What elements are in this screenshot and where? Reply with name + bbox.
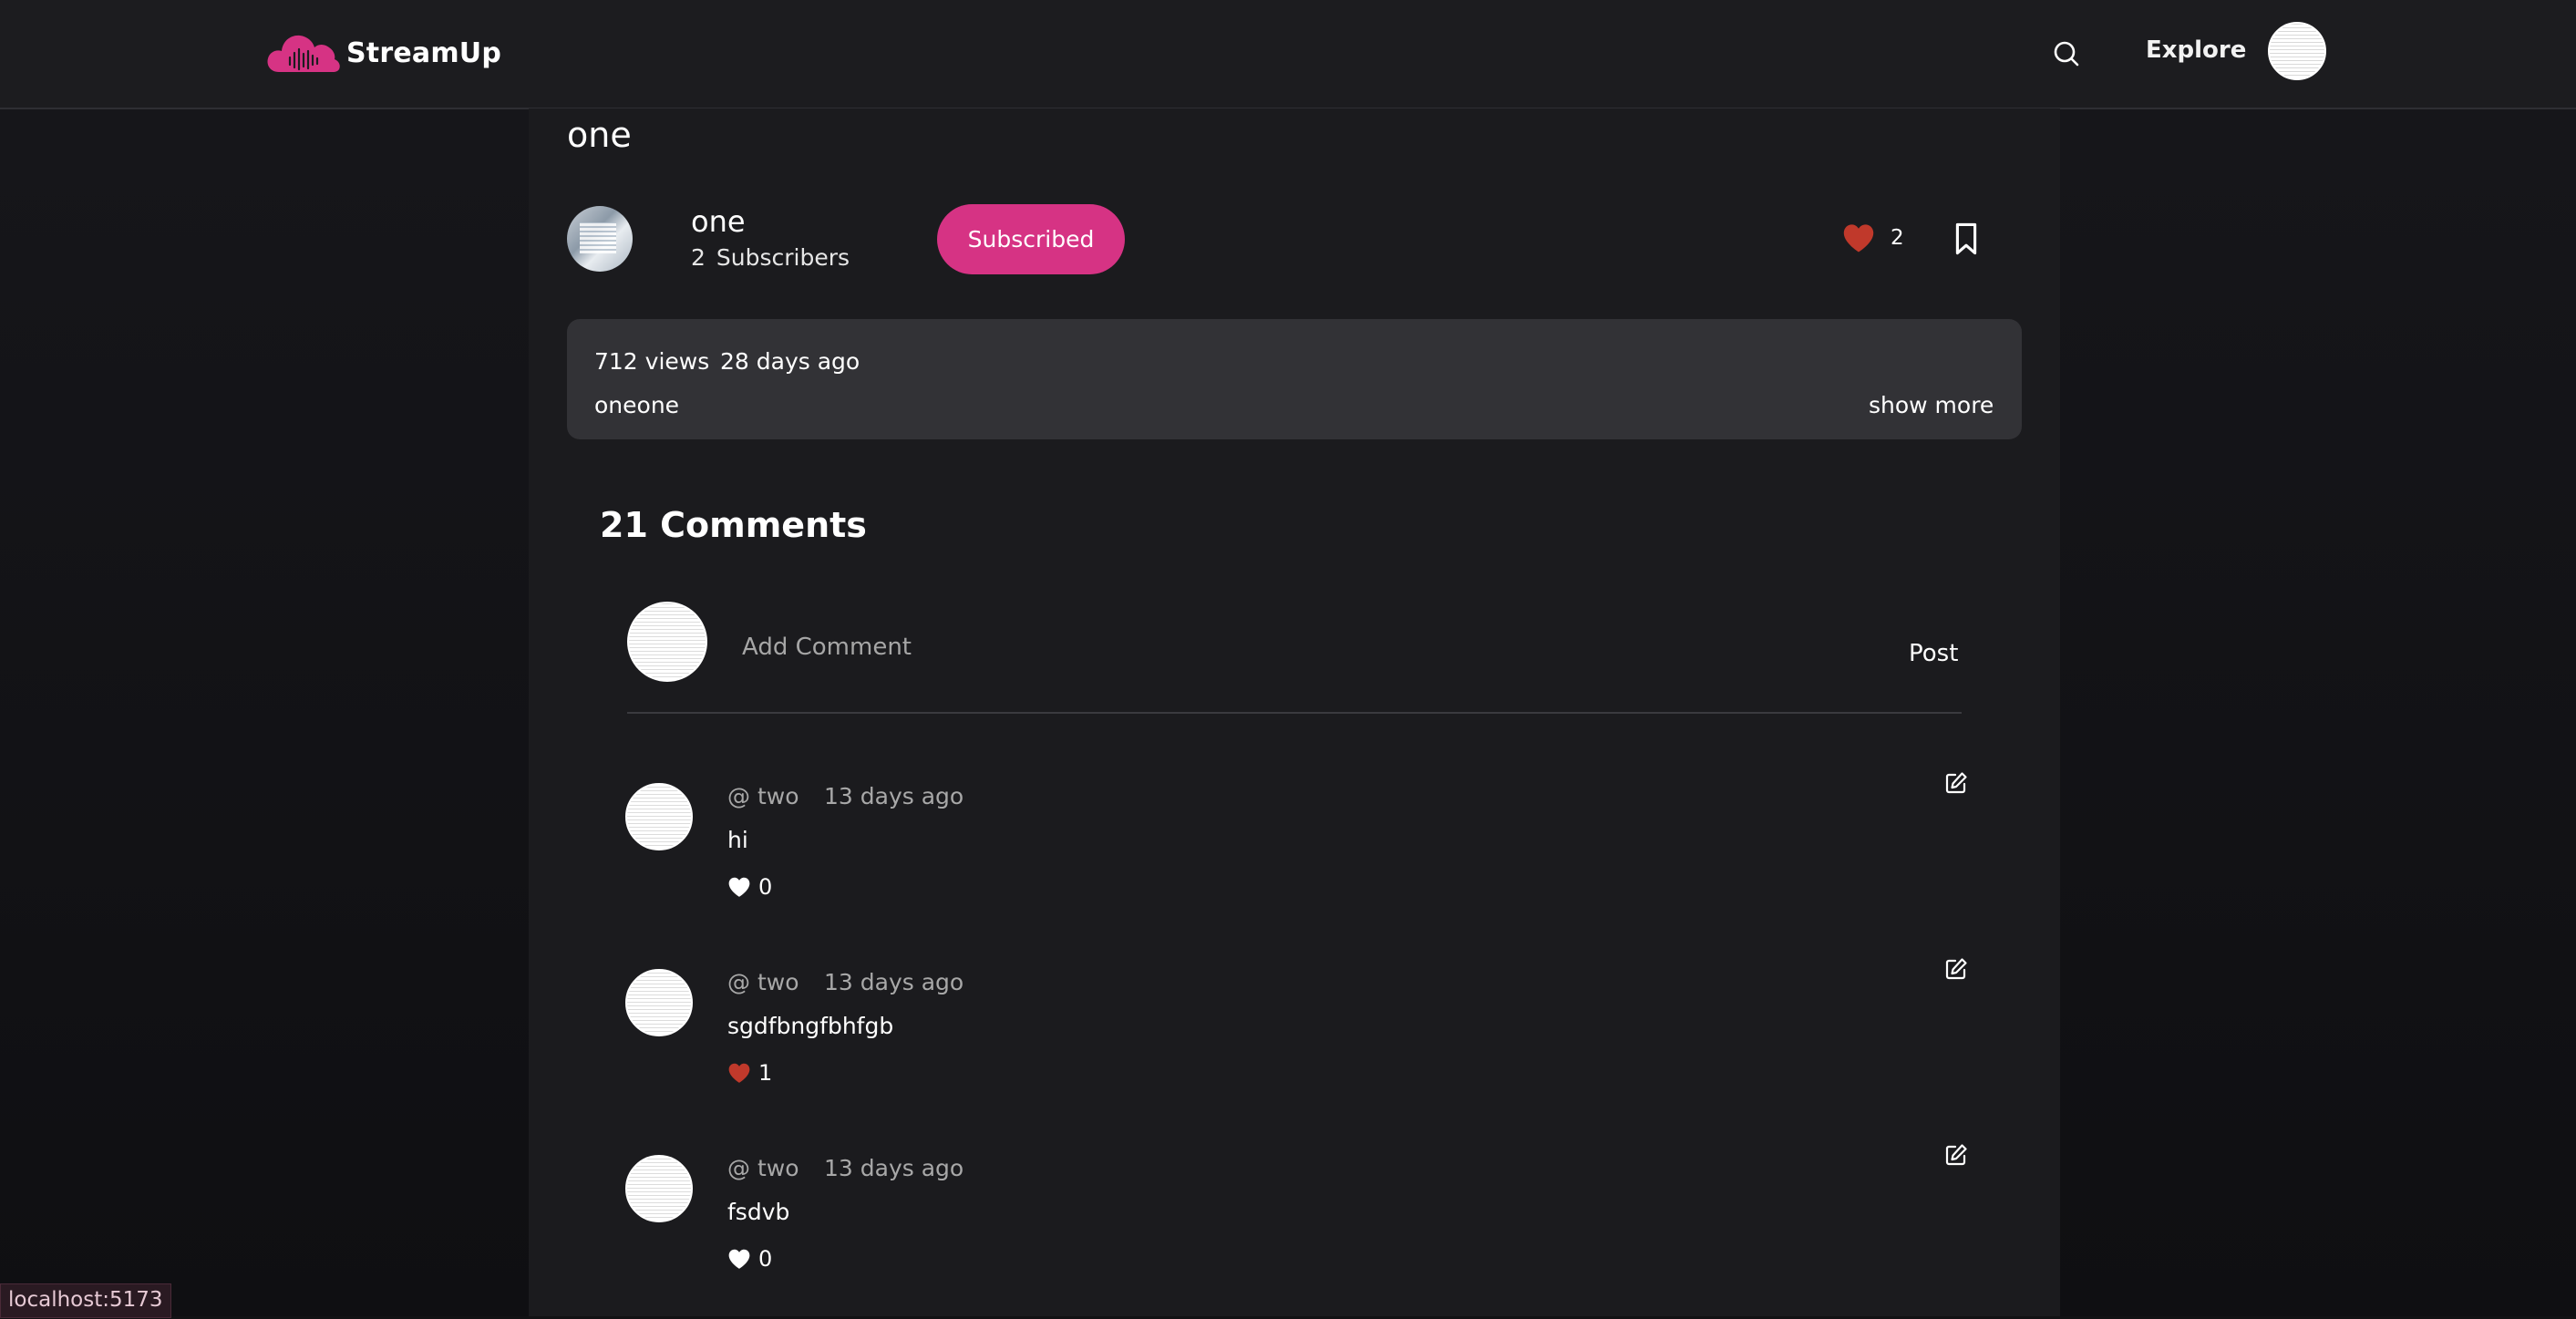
subscriber-number: 2 <box>691 244 706 271</box>
search-icon <box>2054 41 2079 67</box>
subscriber-count: 2 Subscribers <box>691 244 850 271</box>
heart-icon[interactable] <box>1841 222 1876 253</box>
comment-time: 13 days ago <box>824 969 964 995</box>
description-panel <box>567 319 2022 439</box>
comment-username[interactable]: @ two <box>727 1155 799 1181</box>
left-background <box>0 108 529 1316</box>
comment-text: hi <box>727 827 748 853</box>
upload-time: 28 days ago <box>720 348 860 375</box>
description-text: oneone <box>594 392 680 418</box>
heart-icon[interactable] <box>727 1248 751 1270</box>
bookmark-icon[interactable] <box>1953 222 1980 255</box>
comment-item: @ two 13 days ago fsdvb 0 <box>625 1144 1967 1319</box>
comment-avatar[interactable] <box>625 783 693 850</box>
status-bar-url: localhost:5173 <box>0 1283 171 1318</box>
show-more-button[interactable]: show more <box>1869 392 1994 418</box>
explore-link[interactable]: Explore <box>2146 36 2246 64</box>
channel-avatar[interactable] <box>567 206 633 272</box>
comment-item: @ two 13 days ago hi 0 <box>625 772 1967 947</box>
channel-name[interactable]: one <box>691 204 746 239</box>
user-avatar[interactable] <box>2268 22 2326 80</box>
edit-icon[interactable] <box>1943 1142 1969 1168</box>
edit-icon[interactable] <box>1943 956 1969 982</box>
comment-text: fsdvb <box>727 1199 790 1225</box>
comments-heading: 21 Comments <box>600 505 867 545</box>
right-background <box>2060 108 2576 1316</box>
edit-icon[interactable] <box>1943 770 1969 796</box>
view-count: 712 views <box>594 348 710 375</box>
video-like-count: 2 <box>1891 226 1904 250</box>
video-title: one <box>567 115 632 155</box>
comment-avatar[interactable] <box>625 969 693 1036</box>
add-comment-input[interactable] <box>740 625 1838 669</box>
comment-divider <box>627 712 1962 714</box>
subscriber-label: Subscribers <box>716 244 850 271</box>
comment-time: 13 days ago <box>824 783 964 809</box>
heart-icon[interactable] <box>727 1062 751 1084</box>
comment-username[interactable]: @ two <box>727 783 799 809</box>
search-button[interactable] <box>2051 38 2082 69</box>
comment-like-count: 0 <box>758 874 773 900</box>
brand-name: StreamUp <box>346 36 502 69</box>
comment-item: @ two 13 days ago sgdfbngfbhfgb 1 <box>625 958 1967 1133</box>
comment-avatar[interactable] <box>625 1155 693 1222</box>
cloud-waveform-icon <box>267 35 340 72</box>
comment-username[interactable]: @ two <box>727 969 799 995</box>
subscribe-button[interactable]: Subscribed <box>937 204 1125 274</box>
comment-like-count: 1 <box>758 1060 773 1086</box>
current-user-avatar <box>627 602 707 682</box>
brand-logo[interactable]: StreamUp <box>266 29 501 77</box>
post-comment-button[interactable]: Post <box>1909 640 1958 667</box>
comment-time: 13 days ago <box>824 1155 964 1181</box>
comment-text: sgdfbngfbhfgb <box>727 1013 894 1039</box>
heart-icon[interactable] <box>727 876 751 898</box>
top-navbar: StreamUp Explore <box>0 0 2576 109</box>
comment-like-count: 0 <box>758 1246 773 1272</box>
